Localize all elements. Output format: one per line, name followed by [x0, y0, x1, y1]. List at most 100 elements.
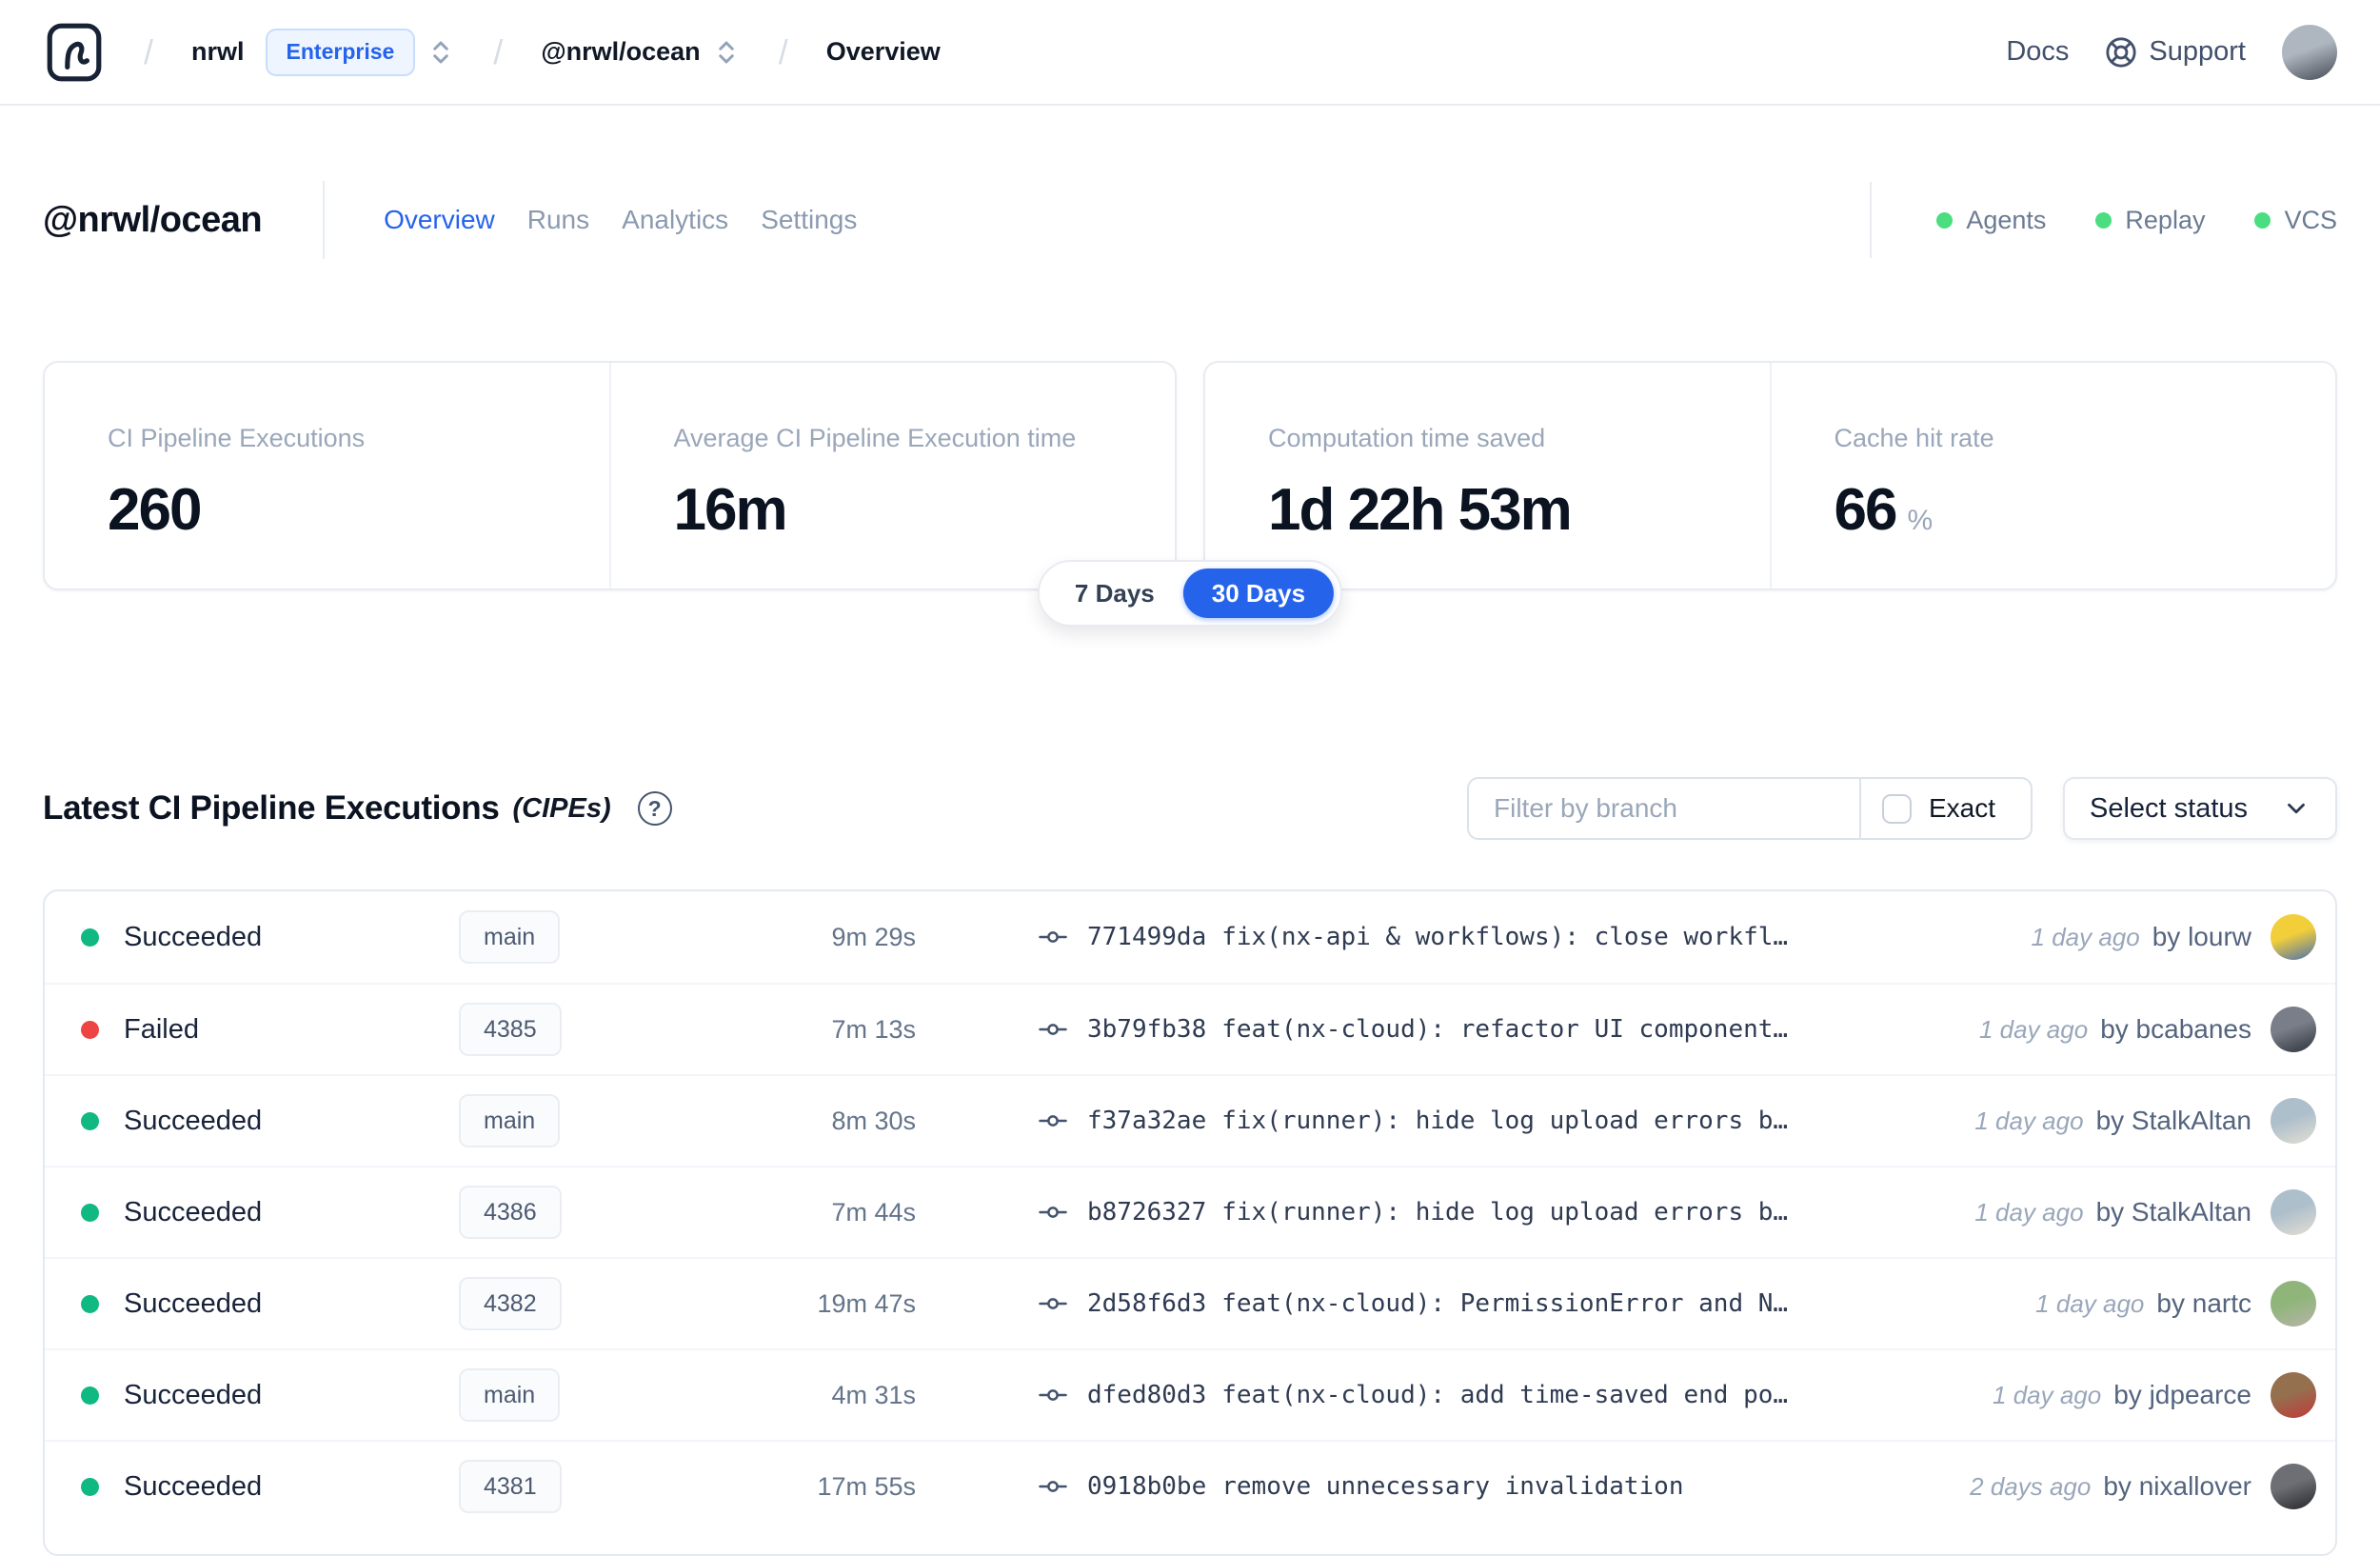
indicator-replay[interactable]: Replay	[2095, 206, 2205, 235]
commit-message: fix(runner): hide log upload errors b…	[1221, 1107, 1789, 1135]
table-row[interactable]: Succeeded main 8m 30s f37a32ae fix(runner…	[45, 1074, 2335, 1166]
tab-overview[interactable]: Overview	[384, 205, 495, 235]
indicator-label: Replay	[2125, 205, 2206, 234]
author: by nixallover	[2103, 1471, 2251, 1501]
tab-analytics[interactable]: Analytics	[622, 205, 728, 235]
branch-filter-group: Exact	[1467, 777, 2033, 840]
author: by lourw	[2152, 922, 2251, 951]
branch-filter-input[interactable]	[1469, 793, 1859, 824]
commit-hash: 2d58f6d3	[1087, 1289, 1207, 1318]
plan-badge: Enterprise	[265, 28, 416, 76]
stats-panel-right: Computation time saved 1d 22h 53m Cache …	[1203, 361, 2337, 590]
duration: 4m 31s	[831, 1380, 916, 1409]
branch-badge[interactable]: 4385	[459, 1003, 562, 1056]
tab-runs[interactable]: Runs	[527, 205, 589, 235]
stat-average-execution-time: Average CI Pipeline Execution time 16m	[608, 363, 1176, 588]
indicator-agents[interactable]: Agents	[1936, 206, 2046, 235]
user-avatar[interactable]	[2282, 24, 2337, 80]
table-row[interactable]: Succeeded 4381 17m 55s 0918b0be remove un…	[45, 1440, 2335, 1531]
avatar	[2271, 914, 2316, 960]
author: by nartc	[2156, 1288, 2251, 1318]
tab-settings[interactable]: Settings	[761, 205, 857, 235]
commit-hash: dfed80d3	[1087, 1381, 1207, 1409]
docs-label: Docs	[2006, 36, 2070, 67]
org-switcher[interactable]	[426, 36, 455, 69]
stat-computation-time-saved: Computation time saved 1d 22h 53m	[1205, 363, 1770, 588]
status-dot	[81, 1020, 99, 1039]
workspace-name[interactable]: @nrwl/ocean	[541, 37, 700, 67]
branch-badge[interactable]: main	[459, 1368, 561, 1422]
table-row[interactable]: Succeeded main 9m 29s 771499da fix(nx-api…	[45, 891, 2335, 983]
breadcrumb-separator: /	[144, 31, 154, 71]
table-row[interactable]: Failed 4385 7m 13s 3b79fb38 feat(nx-cloud…	[45, 983, 2335, 1074]
commit-message: fix(runner): hide log upload errors b…	[1221, 1198, 1789, 1227]
breadcrumb-separator: /	[778, 31, 788, 71]
org-name[interactable]: nrwl	[191, 37, 245, 67]
status-label: Succeeded	[124, 1470, 263, 1502]
page-title: @nrwl/ocean	[43, 199, 263, 240]
commit-meta: 1 day ago by jdpearce	[1993, 1380, 2251, 1410]
stats-panel-left: CI Pipeline Executions 260 Average CI Pi…	[43, 361, 1177, 590]
breadcrumb: / nrwl Enterprise / @nrwl/ocean / Overvi…	[43, 21, 941, 84]
commit-meta: 1 day ago by lourw	[2032, 922, 2251, 952]
docs-link[interactable]: Docs	[2006, 36, 2069, 68]
status-dot	[81, 1111, 99, 1130]
commit-text: 2d58f6d3 feat(nx-cloud): PermissionError …	[1087, 1289, 1820, 1318]
branch-badge[interactable]: 4386	[459, 1186, 562, 1239]
branch-badge[interactable]: 4381	[459, 1460, 562, 1513]
workspace-switcher[interactable]	[712, 36, 741, 69]
commit-message: remove unnecessary invalidation	[1221, 1472, 1684, 1501]
status-label: Succeeded	[124, 921, 263, 952]
commit-meta: 1 day ago by StalkAltan	[1974, 1106, 2251, 1136]
status-dot	[81, 1386, 99, 1405]
duration: 19m 47s	[817, 1288, 916, 1318]
indicator-label: Agents	[1966, 205, 2047, 234]
duration: 9m 29s	[831, 922, 916, 951]
cipe-section-bar: Latest CI Pipeline Executions (CIPEs) ? …	[43, 766, 2337, 851]
range-option-7-days[interactable]: 7 Days	[1046, 569, 1183, 618]
status-dot	[81, 928, 99, 947]
branch-badge[interactable]: 4382	[459, 1277, 562, 1330]
commit-text: 3b79fb38 feat(nx-cloud): refactor UI comp…	[1087, 1015, 1820, 1044]
status-label: Succeeded	[124, 1105, 263, 1136]
chevrons-up-down-icon	[433, 41, 449, 63]
status-dot	[81, 1477, 99, 1496]
commit-hash: 3b79fb38	[1087, 1015, 1207, 1044]
range-toggle: 7 Days 30 Days	[1037, 560, 1343, 627]
help-icon[interactable]: ?	[637, 791, 672, 826]
indicator-vcs[interactable]: VCS	[2254, 206, 2337, 235]
exact-filter: Exact	[1859, 779, 2031, 838]
support-link[interactable]: Support	[2105, 36, 2246, 69]
time-ago: 2 days ago	[1970, 1472, 2092, 1501]
commit-message: feat(nx-cloud): refactor UI component…	[1221, 1015, 1789, 1044]
section-subtitle: (CIPEs)	[512, 792, 611, 824]
status-dot	[1936, 211, 1954, 229]
avatar	[2271, 1189, 2316, 1235]
avatar	[2271, 1007, 2316, 1052]
commit-meta: 1 day ago by bcabanes	[1979, 1014, 2251, 1045]
select-status-label: Select status	[2090, 792, 2249, 824]
table-row[interactable]: Succeeded 4382 19m 47s 2d58f6d3 feat(nx-c…	[45, 1257, 2335, 1348]
commit-hash: b8726327	[1087, 1198, 1207, 1227]
stat-value: 1d 22h 53m	[1268, 477, 1573, 543]
time-ago: 1 day ago	[1974, 1107, 2084, 1135]
author: by bcabanes	[2100, 1014, 2251, 1044]
status-dot	[2095, 211, 2112, 229]
author: by StalkAltan	[2095, 1197, 2251, 1227]
range-option-30-days[interactable]: 30 Days	[1182, 569, 1335, 618]
branch-badge[interactable]: main	[459, 910, 561, 964]
stat-label: Average CI Pipeline Execution time	[673, 424, 1077, 452]
status-dot	[2254, 211, 2271, 229]
duration: 7m 44s	[831, 1197, 916, 1227]
commit-hash: 771499da	[1087, 923, 1207, 951]
select-status-button[interactable]: Select status	[2063, 777, 2337, 840]
exact-checkbox[interactable]	[1882, 793, 1912, 824]
branch-badge[interactable]: main	[459, 1094, 561, 1147]
status-label: Succeeded	[124, 1196, 263, 1227]
table-row[interactable]: Succeeded main 4m 31s dfed80d3 feat(nx-cl…	[45, 1348, 2335, 1440]
table-row[interactable]: Succeeded 4386 7m 44s b8726327 fix(runner…	[45, 1166, 2335, 1257]
commit-text: dfed80d3 feat(nx-cloud): add time-saved e…	[1087, 1381, 1820, 1409]
chevrons-up-down-icon	[718, 41, 734, 63]
breadcrumb-separator: /	[493, 31, 504, 71]
nx-logo-icon[interactable]	[43, 21, 106, 84]
